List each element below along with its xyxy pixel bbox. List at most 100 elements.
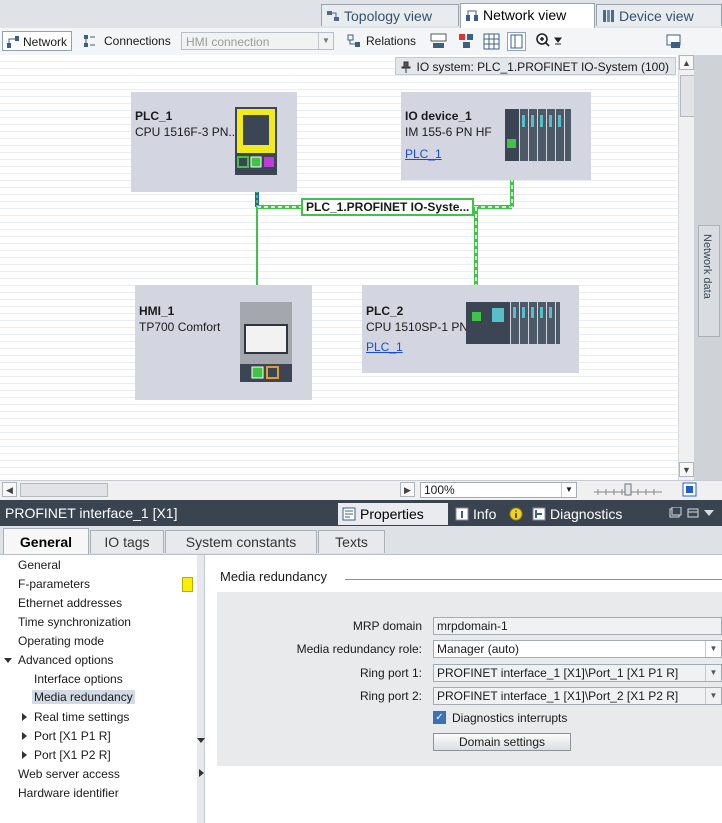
chevron-down-icon: ▼ — [705, 688, 721, 704]
tree-item-web-server-access[interactable]: Web server access — [18, 767, 120, 781]
plc1-module-icon — [235, 107, 277, 175]
tree-item-real-time-settings[interactable]: Real time settings — [34, 710, 129, 724]
connections-icon — [84, 35, 95, 47]
hmi1-panel-icon — [240, 302, 292, 382]
grid-icon[interactable] — [483, 33, 500, 50]
properties-icon — [342, 507, 356, 521]
network-view-icon — [466, 10, 478, 21]
canvas-horizontal-scrollbar[interactable]: ◀ ▶ 100% ▼ — [0, 480, 722, 499]
plc2-link[interactable]: PLC_1 — [366, 340, 403, 354]
iodevice1-link[interactable]: PLC_1 — [405, 147, 442, 161]
connection-type-value: HMI connection — [186, 35, 270, 49]
tab-topology-view[interactable]: Topology view — [321, 4, 459, 26]
plc1-type: CPU 1516F-3 PN... — [135, 125, 239, 139]
name-display-icon[interactable] — [430, 33, 447, 50]
tab-topology-label: Topology view — [344, 8, 432, 24]
ring-port1-label: Ring port 1: — [359, 666, 422, 680]
profinet-network-label[interactable]: PLC_1.PROFINET IO-Syste... — [301, 198, 475, 216]
tab-diagnostics[interactable]: Diagnostics — [528, 503, 633, 525]
mrp-domain-field[interactable]: mrpdomain-1 — [433, 617, 722, 635]
tree-splitter[interactable] — [197, 555, 205, 823]
tree-item-ethernet-addresses[interactable]: Ethernet addresses — [18, 596, 122, 610]
tab-info[interactable]: Info — [451, 503, 525, 525]
device-io-device1[interactable]: IO device_1 IM 155-6 PN HF PLC_1 — [401, 92, 591, 180]
tree-item-operating-mode[interactable]: Operating mode — [18, 634, 104, 648]
f-parameters-marker — [182, 577, 193, 592]
window-controls-icon[interactable] — [668, 507, 716, 519]
connections-button[interactable]: Connections — [80, 31, 175, 51]
tree-item-port-x1-p2[interactable]: Port [X1 P2 R] — [34, 748, 111, 762]
zoom-select[interactable]: 100% ▼ — [420, 482, 577, 498]
layout-icon[interactable] — [507, 32, 526, 51]
tree-item-hardware-identifier[interactable]: Hardware identifier — [18, 786, 119, 800]
tab-properties[interactable]: Properties — [338, 503, 448, 525]
inspector-subtabs: General IO tags System constants Texts — [0, 526, 722, 555]
scroll-down-button[interactable]: ▼ — [679, 462, 694, 477]
ring-port1-select[interactable]: PROFINET interface_1 [X1]\Port_1 [X1 P1 … — [433, 664, 722, 682]
network-data-panel: Network data — [694, 55, 722, 495]
zoom-icon[interactable] — [535, 32, 565, 50]
relations-button-label: Relations — [366, 34, 417, 48]
network-icon — [7, 36, 19, 48]
ring-port2-label: Ring port 2: — [359, 689, 422, 703]
subtab-system-constants[interactable]: System constants — [165, 530, 317, 553]
device-overview-icon[interactable] — [458, 33, 475, 50]
canvas-vertical-scrollbar[interactable]: ▲ ▼ — [678, 55, 695, 480]
scroll-up-button[interactable]: ▲ — [679, 55, 694, 70]
network-button[interactable]: Network — [2, 31, 72, 51]
overview-navigation-icon[interactable] — [682, 482, 697, 497]
media-redundancy-panel: Media redundancy MRP domain mrpdomain-1 … — [205, 555, 722, 823]
collapse-arrow-icon[interactable] — [22, 751, 27, 759]
expand-arrow-icon[interactable] — [4, 658, 12, 663]
tree-item-general[interactable]: General — [18, 558, 61, 572]
diagnostics-interrupts-checkbox[interactable]: ✓ — [433, 711, 446, 724]
print-icon[interactable] — [665, 33, 682, 50]
connection-type-select[interactable]: HMI connection ▼ — [181, 32, 334, 50]
zoom-value: 100% — [424, 483, 455, 497]
network-canvas[interactable]: IO system: PLC_1.PROFINET IO-System (100… — [0, 55, 678, 480]
iodevice1-module-icon — [505, 109, 571, 161]
hscroll-thumb[interactable] — [20, 483, 108, 497]
diagnostics-icon — [532, 507, 546, 521]
device-plc2[interactable]: PLC_2 CPU 1510SP-1 PN PLC_1 — [362, 285, 579, 373]
scroll-right-button[interactable]: ▶ — [400, 482, 415, 497]
domain-settings-button[interactable]: Domain settings — [433, 733, 571, 751]
ring-port2-select[interactable]: PROFINET interface_1 [X1]\Port_2 [X1 P2 … — [433, 687, 722, 705]
tab-network-view[interactable]: Network view — [460, 3, 595, 28]
tab-network-label: Network view — [483, 7, 567, 23]
plc1-name: PLC_1 — [135, 109, 173, 123]
tree-item-media-redundancy[interactable]: Media redundancy — [32, 690, 135, 704]
zoom-slider[interactable] — [594, 483, 664, 497]
iodevice1-type: IM 155-6 PN HF — [405, 125, 492, 139]
collapse-arrow-icon[interactable] — [22, 732, 27, 740]
network-data-tab[interactable]: Network data — [698, 225, 720, 337]
tab-device-view[interactable]: Device view — [596, 4, 722, 26]
tab-properties-label: Properties — [360, 506, 424, 522]
iodevice1-name: IO device_1 — [405, 109, 472, 123]
tree-item-interface-options[interactable]: Interface options — [34, 672, 123, 686]
section-title: Media redundancy — [220, 569, 327, 584]
section-divider — [345, 579, 722, 580]
collapse-arrow-icon[interactable] — [22, 713, 27, 721]
redundancy-role-select[interactable]: Manager (auto) ▼ — [433, 640, 722, 658]
subtab-texts[interactable]: Texts — [318, 530, 385, 553]
subtab-general[interactable]: General — [3, 528, 89, 554]
scroll-thumb[interactable] — [680, 75, 695, 117]
device-plc1[interactable]: PLC_1 CPU 1516F-3 PN... — [131, 92, 297, 192]
tree-item-time-synchronization[interactable]: Time synchronization — [18, 615, 131, 629]
redundancy-role-label: Media redundancy role: — [296, 642, 422, 656]
tree-item-port-x1-p1[interactable]: Port [X1 P1 R] — [34, 729, 111, 743]
scroll-left-button[interactable]: ◀ — [2, 482, 17, 497]
relations-button[interactable]: Relations — [345, 31, 419, 51]
tree-item-f-parameters[interactable]: F-parameters — [18, 577, 90, 591]
subtab-io-tags[interactable]: IO tags — [90, 530, 164, 553]
info-icon — [455, 507, 469, 521]
device-hmi1[interactable]: HMI_1 TP700 Comfort — [135, 285, 312, 400]
tree-item-advanced-options[interactable]: Advanced options — [18, 653, 113, 667]
splitter-arrow-icon[interactable] — [197, 738, 205, 743]
network-data-label: Network data — [701, 234, 713, 299]
mrp-domain-label: MRP domain — [352, 619, 422, 633]
parameter-tree: General F-parameters Ethernet addresses … — [0, 555, 198, 823]
splitter-arrow-icon[interactable] — [199, 769, 204, 777]
tab-diagnostics-label: Diagnostics — [550, 506, 623, 522]
